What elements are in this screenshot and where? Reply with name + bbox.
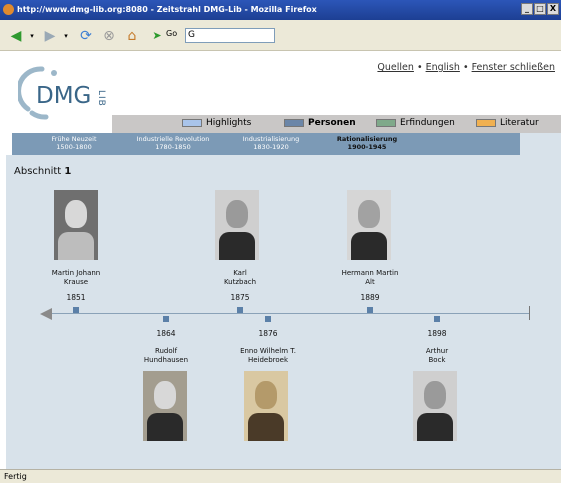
status-bar: Fertig: [0, 469, 561, 483]
highlights-swatch: [182, 119, 202, 127]
legend-label-personen: Personen: [308, 118, 356, 128]
person-name-alt[interactable]: Hermann Martin Alt: [330, 269, 410, 287]
era-name: Industrialisierung: [242, 135, 300, 143]
person-name-bock[interactable]: Arthur Bock: [397, 347, 477, 365]
portrait-alt[interactable]: [347, 190, 391, 260]
firefox-icon: [3, 4, 14, 15]
portrait-kutzbach[interactable]: [215, 190, 259, 260]
section-label-text: Abschnitt: [14, 166, 62, 177]
timeline-back-arrow-icon[interactable]: [40, 308, 52, 320]
dmg-lib-logo[interactable]: DMG LIB: [16, 63, 118, 123]
legend-erfindungen[interactable]: Erfindungen: [376, 118, 455, 128]
era-tab-industrialisierung[interactable]: Industrialisierung 1830-1920: [226, 135, 316, 151]
browser-toolbar: ◀ ▾ ▶ ▾ ⟳ ⊗ ⌂ ➤ Go G: [0, 20, 561, 51]
era-range: 1900-1945: [347, 143, 387, 151]
timeline-area: Abschnitt 1 Martin Johann Krause 1851 Ka…: [6, 155, 561, 469]
timeline-marker-heidebroek[interactable]: [265, 316, 271, 322]
person-year-alt: 1889: [360, 293, 380, 302]
legend-label-highlights: Highlights: [206, 118, 252, 128]
back-dropdown-icon[interactable]: ▾: [28, 27, 36, 44]
status-text: Fertig: [4, 472, 27, 481]
legend-personen[interactable]: Personen: [284, 118, 356, 128]
window-titlebar: http://www.dmg-lib.org:8080 - Zeitstrahl…: [0, 0, 561, 20]
timeline-marker-hundhausen[interactable]: [163, 316, 169, 322]
maximize-button[interactable]: □: [534, 3, 546, 15]
literatur-swatch: [476, 119, 496, 127]
forward-arrow-icon[interactable]: ▶: [40, 27, 60, 44]
portrait-heidebroek[interactable]: [244, 371, 288, 441]
go-label[interactable]: Go: [166, 29, 177, 38]
era-name: Frühe Neuzeit: [51, 135, 97, 143]
timeline-marker-bock[interactable]: [434, 316, 440, 322]
home-icon[interactable]: ⌂: [122, 27, 142, 44]
person-name-kutzbach[interactable]: Karl Kutzbach: [200, 269, 280, 287]
person-name-krause[interactable]: Martin Johann Krause: [36, 269, 116, 287]
era-name: Rationalisierung: [336, 135, 398, 143]
person-year-krause: 1851: [66, 293, 86, 302]
header-links: Quellen • English • Fenster schließen: [377, 62, 555, 73]
section-number: 1: [64, 166, 72, 177]
person-year-hundhausen: 1864: [156, 329, 176, 338]
page-content: DMG LIB Quellen • English • Fenster schl…: [6, 51, 561, 469]
section-label: Abschnitt 1: [14, 166, 71, 177]
stop-icon[interactable]: ⊗: [100, 27, 118, 44]
go-icon[interactable]: ➤: [150, 27, 164, 44]
era-tabs: Frühe Neuzeit 1500-1800 Industrielle Rev…: [12, 133, 520, 155]
era-tabs-spacer: [520, 133, 561, 155]
legend-label-literatur: Literatur: [500, 118, 539, 128]
era-range: 1780-1850: [155, 143, 191, 151]
portrait-krause[interactable]: [54, 190, 98, 260]
back-arrow-icon[interactable]: ◀: [6, 27, 26, 44]
person-name-heidebroek[interactable]: Enno Wilhelm T. Heidebroek: [228, 347, 308, 365]
link-separator: •: [462, 62, 469, 73]
era-tab-rationalisierung[interactable]: Rationalisierung 1900-1945: [322, 135, 412, 151]
era-tab-fruehe-neuzeit[interactable]: Frühe Neuzeit 1500-1800: [34, 135, 114, 151]
era-range: 1500-1800: [56, 143, 92, 151]
close-button[interactable]: X: [547, 3, 559, 15]
person-year-heidebroek: 1876: [258, 329, 278, 338]
logo-text: DMG: [36, 83, 92, 109]
timeline-axis: [52, 313, 530, 314]
person-name-hundhausen[interactable]: Rudolf Hundhausen: [126, 347, 206, 365]
logo-sub-text: LIB: [96, 90, 106, 107]
link-separator: •: [416, 62, 423, 73]
portrait-hundhausen[interactable]: [143, 371, 187, 441]
legend-literatur[interactable]: Literatur: [476, 118, 539, 128]
minimize-button[interactable]: _: [521, 3, 533, 15]
portrait-bock[interactable]: [413, 371, 457, 441]
era-tab-industrielle-revolution[interactable]: Industrielle Revolution 1780-1850: [118, 135, 228, 151]
person-year-bock: 1898: [427, 329, 447, 338]
legend-highlights[interactable]: Highlights: [182, 118, 251, 128]
reload-icon[interactable]: ⟳: [76, 27, 96, 44]
close-window-link[interactable]: Fenster schließen: [472, 62, 555, 73]
timeline-end-tick: [529, 306, 530, 320]
personen-swatch: [284, 119, 304, 127]
era-name: Industrielle Revolution: [136, 135, 210, 143]
window-title: http://www.dmg-lib.org:8080 - Zeitstrahl…: [17, 5, 317, 14]
legend-label-erfindungen: Erfindungen: [400, 118, 455, 128]
erfindungen-swatch: [376, 119, 396, 127]
era-range: 1830-1920: [253, 143, 289, 151]
forward-dropdown-icon[interactable]: ▾: [62, 27, 70, 44]
quellen-link[interactable]: Quellen: [377, 62, 414, 73]
category-legend: Highlights Personen Erfindungen Literatu…: [112, 115, 561, 133]
person-year-kutzbach: 1875: [230, 293, 250, 302]
url-input[interactable]: G: [185, 28, 275, 43]
english-link[interactable]: English: [426, 62, 460, 73]
